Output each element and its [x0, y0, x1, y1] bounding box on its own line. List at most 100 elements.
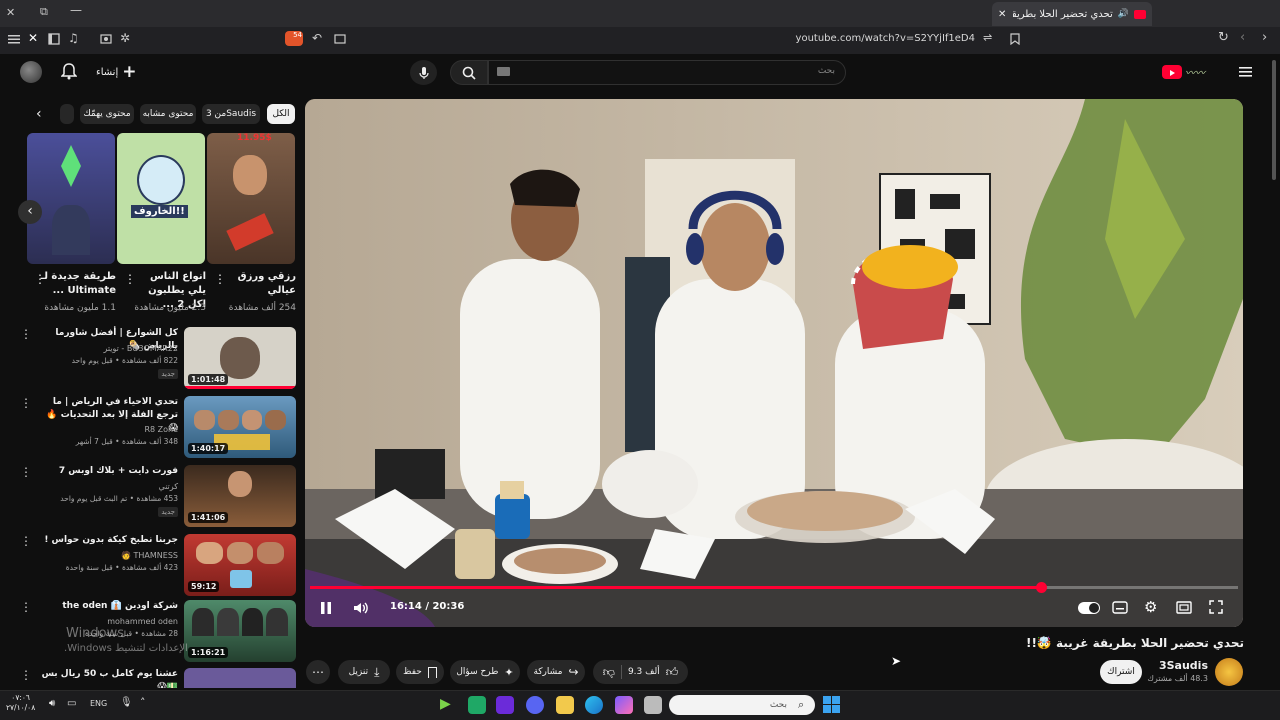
close-window-icon[interactable]: ✕ [6, 6, 15, 19]
speaker-icon[interactable]: 🔊︎ [49, 698, 55, 709]
dislike-button[interactable]: 👎︎ [603, 665, 615, 680]
video-thumbnail[interactable]: 1:40:17 [184, 396, 296, 458]
subscribe-button[interactable]: اشتراك [1100, 660, 1142, 684]
volume-icon[interactable] [353, 601, 369, 615]
video-title[interactable]: جربنا نطبخ كيكة بدون حواس ! [38, 534, 178, 547]
minimize-window-icon[interactable]: — [70, 3, 82, 17]
list-item[interactable]: 1:01:48 كل الشوارع | أفضل شاورما بالرياض… [20, 327, 296, 389]
extensions-icon[interactable]: ✲ [120, 31, 130, 45]
browser-app-icon[interactable] [496, 696, 514, 714]
forward-icon[interactable]: › [1262, 30, 1267, 45]
screenshot-icon[interactable] [100, 33, 112, 45]
music-icon[interactable]: ♫ [68, 31, 79, 45]
windows-start-icon[interactable] [823, 696, 840, 713]
short-menu-icon[interactable]: ⋮ [214, 272, 226, 286]
voice-search-button[interactable] [410, 60, 437, 85]
undo-icon[interactable]: ↶ [312, 31, 322, 45]
guide-menu-icon[interactable] [1239, 66, 1252, 78]
list-item[interactable]: 1:41:06 فورت دايت + بلاك اوبس 7 كرتني 45… [20, 465, 296, 527]
search-input[interactable]: بحث [488, 60, 846, 85]
fullscreen-icon[interactable] [1209, 600, 1223, 614]
video-title[interactable]: فورت دايت + بلاك اوبس 7 [38, 465, 178, 478]
ask-button[interactable]: طرح سؤال ✦ [450, 660, 520, 684]
x-icon[interactable]: ✕ [28, 31, 38, 45]
shorts-prev-button[interactable]: ‹ [18, 200, 42, 224]
create-button[interactable]: إنشاء + [96, 62, 136, 82]
theater-mode-icon[interactable] [1176, 601, 1192, 614]
shield-badge-icon[interactable]: 54 [285, 31, 303, 46]
notifications-bell-icon[interactable] [61, 63, 77, 80]
chips-next-icon[interactable]: ‹ [36, 106, 42, 122]
task-view-icon[interactable] [644, 696, 662, 714]
list-item[interactable]: 59:12 جربنا نطبخ كيكة بدون حواس ! THAMNE… [20, 534, 296, 596]
show-hidden-icons[interactable]: ˄ [140, 696, 146, 709]
short-menu-icon[interactable]: ⋮ [124, 272, 136, 286]
avatar[interactable] [20, 61, 42, 83]
channel-name[interactable]: كرتني [38, 482, 178, 491]
video-thumbnail[interactable]: 1:01:48 [184, 327, 296, 389]
maximize-window-icon[interactable]: ⧉ [40, 5, 48, 19]
video-thumbnail[interactable]: 1:41:06 [184, 465, 296, 527]
chip-similar[interactable]: محتوى مشابه [140, 104, 196, 124]
taskbar-search-input[interactable]: بحث [669, 695, 815, 715]
chip-related[interactable]: محتوى يهمّك [80, 104, 134, 124]
video-thumbnail[interactable]: 59:12 [184, 534, 296, 596]
settings-gear-icon[interactable]: ⚙ [1144, 598, 1157, 616]
chip-all[interactable]: الكل [267, 104, 295, 124]
channel-avatar[interactable] [1215, 658, 1243, 686]
short-thumbnail[interactable]: 11.95$ [207, 133, 295, 264]
video-player[interactable] [305, 99, 1243, 627]
like-button[interactable]: 👍︎ [666, 665, 679, 680]
video-title[interactable]: شركة اودين 👔 the oden [38, 600, 178, 613]
more-actions-button[interactable]: ⋯ [306, 660, 330, 684]
short-title[interactable]: رزقي ورزق عيالي [220, 270, 296, 298]
sidebar-icon[interactable] [48, 33, 60, 45]
bookmark-icon[interactable] [1010, 33, 1020, 45]
reader-mode-icon[interactable] [334, 34, 346, 44]
channel-name[interactable]: R8 Zone [38, 425, 178, 434]
channel-name[interactable]: BO3OMAR22 - تويتر [38, 344, 178, 353]
channel-logo[interactable]: 〰〰 [1185, 64, 1229, 80]
play-store-icon[interactable]: ▶ [440, 696, 458, 714]
browser-tab[interactable]: 🔊 تحدي تحضير الحلا بطريقة غريبة ✕ [992, 2, 1152, 26]
page-scrollbar[interactable] [1270, 56, 1278, 686]
video-title[interactable]: عشنا يوم كامل ب 50 ريال بس 💵😱 [38, 668, 178, 688]
list-item[interactable]: 1:40:17 تحدي الاحياء في الرياض | ما ترجع… [20, 396, 296, 458]
autoplay-toggle[interactable] [1078, 602, 1100, 614]
chip-overflow[interactable] [60, 104, 74, 124]
more-options-icon[interactable]: ⋮ [20, 668, 32, 682]
channel-name[interactable]: mohammed oden [38, 617, 178, 626]
whatsapp-icon[interactable] [468, 696, 486, 714]
short-title[interactable]: طريقة جديدة لـ Ultimate ... [40, 270, 116, 298]
short-thumbnail[interactable] [27, 133, 115, 264]
subtitles-icon[interactable] [1112, 601, 1128, 614]
scrollbar-thumb[interactable] [1272, 60, 1276, 180]
reload-icon[interactable]: ↻ [1218, 30, 1229, 45]
search-button[interactable] [450, 60, 488, 85]
discord-icon[interactable] [526, 696, 544, 714]
channel-name[interactable]: THAMNESS 🧑 [38, 551, 178, 560]
download-button[interactable]: تنزيل ⤓ [338, 660, 390, 684]
connection-icon[interactable]: ⇌ [983, 31, 992, 44]
short-thumbnail[interactable]: الخاروف!! [117, 133, 205, 264]
channel-name[interactable]: 3Saudis [1140, 659, 1208, 672]
taskbar-clock[interactable]: ٠٧:٠٦ ٢٧/١٠/٠٨ [6, 693, 35, 713]
more-options-icon[interactable]: ⋮ [20, 600, 32, 614]
video-thumbnail[interactable]: 1:16:21 [184, 600, 296, 662]
save-button[interactable]: حفظ [396, 660, 444, 684]
more-options-icon[interactable]: ⋮ [20, 465, 32, 479]
chip-from-channel[interactable]: من 3Saudis [202, 104, 260, 124]
more-options-icon[interactable]: ⋮ [20, 534, 32, 548]
close-tab-icon[interactable]: ✕ [998, 9, 1006, 20]
network-icon[interactable]: ▭ [67, 698, 76, 709]
more-options-icon[interactable]: ⋮ [20, 396, 32, 410]
pause-icon[interactable] [320, 601, 332, 615]
edge-icon[interactable] [585, 696, 603, 714]
microphone-tray-icon[interactable]: 🎙︎ [120, 697, 133, 708]
language-indicator[interactable]: ENG [90, 699, 107, 708]
more-options-icon[interactable]: ⋮ [20, 327, 32, 341]
back-icon[interactable]: ‹ [1240, 30, 1245, 45]
file-explorer-icon[interactable] [556, 696, 574, 714]
menu-icon[interactable] [8, 33, 20, 45]
short-menu-icon[interactable]: ⋮ [34, 272, 46, 286]
